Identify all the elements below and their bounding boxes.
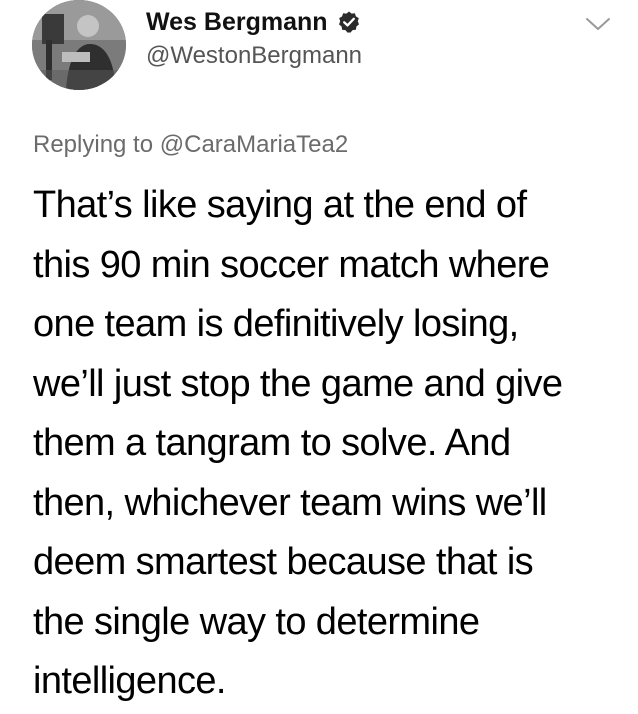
tweet-text-line: we’ll just stop the game and give	[33, 362, 563, 405]
avatar-photo-icon	[32, 0, 126, 90]
tweet-text-line: That’s like saying at the end of	[33, 184, 527, 226]
replying-to-label: Replying to	[33, 131, 154, 158]
tweet-text-line: then, whichever team wins we’ll	[33, 481, 547, 524]
tweet-text-line: deem smartest because that is	[33, 541, 534, 583]
tweet: Wes Bergmann @WestonBergmann Replying to…	[0, 0, 638, 714]
avatar[interactable]	[32, 0, 126, 90]
author-name-row: Wes Bergmann	[146, 4, 361, 40]
tweet-text-line: this 90 min soccer match where	[33, 243, 550, 286]
verified-badge-icon	[337, 10, 361, 34]
reply-mention-link[interactable]: @CaraMariaTea2	[160, 131, 348, 158]
tweet-text-line: intelligence.	[33, 660, 226, 702]
author-handle[interactable]: @WestonBergmann	[146, 42, 362, 70]
tweet-text-line: the single way to determine	[33, 600, 480, 643]
author-display-name[interactable]: Wes Bergmann	[146, 8, 328, 37]
tweet-text: That’s like saying at the end of this 90…	[33, 176, 623, 712]
replying-to: Replying to @CaraMariaTea2	[33, 131, 348, 159]
tweet-text-line: them a tangram to solve. And	[33, 422, 511, 464]
tweet-text-line: one team is definitively losing,	[33, 303, 519, 345]
chevron-down-icon[interactable]	[584, 14, 612, 34]
